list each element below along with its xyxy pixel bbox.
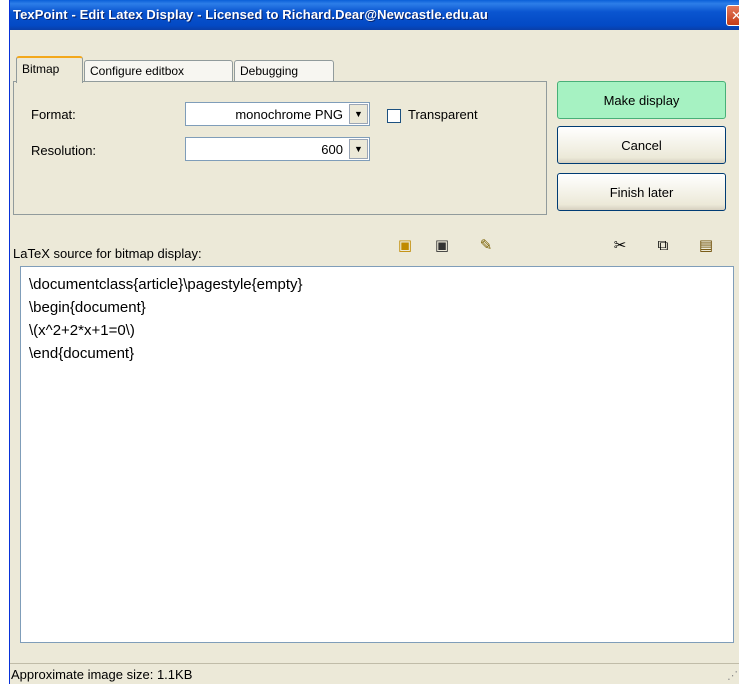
chevron-down-icon[interactable]: ▼ xyxy=(349,139,368,159)
save-icon[interactable]: ▣ xyxy=(432,235,452,255)
cut-icon[interactable]: ✂ xyxy=(610,235,630,255)
resolution-select[interactable]: 600 ▼ xyxy=(185,137,370,161)
source-line: \documentclass{article}\pagestyle{empty} xyxy=(29,276,303,293)
button-label: Make display xyxy=(603,92,680,108)
close-button[interactable]: ✕ xyxy=(726,5,739,26)
resize-grip-icon[interactable]: ⋰ xyxy=(727,669,738,682)
source-line: \(x^2+2*x+1=0\) xyxy=(29,322,135,339)
cancel-button[interactable]: Cancel xyxy=(557,126,726,164)
chevron-down-icon[interactable]: ▼ xyxy=(349,104,368,124)
resolution-value: 600 xyxy=(321,142,343,157)
tab-label: Bitmap xyxy=(22,62,60,76)
source-label: LaTeX source for bitmap display: xyxy=(13,246,202,261)
load-icon[interactable]: ▣ xyxy=(395,235,415,255)
format-label: Format: xyxy=(31,107,76,122)
resolution-label: Resolution: xyxy=(31,143,97,158)
dialog-window: TexPoint - Edit Latex Display - Licensed… xyxy=(9,0,739,684)
status-bar: Approximate image size: 1.1KB ⋰ xyxy=(10,663,739,684)
copy-icon[interactable]: ⧉ xyxy=(653,235,673,255)
make-display-button[interactable]: Make display xyxy=(557,81,726,119)
edit-icon[interactable]: ✎ xyxy=(476,235,496,255)
window-title: TexPoint - Edit Latex Display - Licensed… xyxy=(13,7,488,22)
close-icon: ✕ xyxy=(731,7,739,23)
format-select[interactable]: monochrome PNG ▼ xyxy=(185,102,370,126)
source-line: \begin{document} xyxy=(29,299,146,316)
format-value: monochrome PNG xyxy=(235,107,343,122)
finish-later-button[interactable]: Finish later xyxy=(557,173,726,211)
tab-configure-editbox[interactable]: Configure editbox xyxy=(84,60,233,83)
button-label: Cancel xyxy=(621,137,662,153)
title-bar[interactable]: TexPoint - Edit Latex Display - Licensed… xyxy=(10,0,739,30)
latex-source-editor[interactable]: \documentclass{article}\pagestyle{empty}… xyxy=(20,266,734,643)
transparent-checkbox[interactable] xyxy=(387,109,401,123)
source-line: \end{document} xyxy=(29,345,135,362)
paste-icon[interactable]: ▤ xyxy=(696,235,716,255)
button-label: Finish later xyxy=(609,184,674,200)
tab-label: Debugging xyxy=(240,64,299,78)
tab-label: Configure editbox xyxy=(90,64,185,78)
transparent-label[interactable]: Transparent xyxy=(408,107,478,122)
tab-bitmap[interactable]: Bitmap xyxy=(16,56,83,83)
status-text: Approximate image size: 1.1KB xyxy=(11,667,193,682)
tab-debugging[interactable]: Debugging xyxy=(234,60,334,83)
